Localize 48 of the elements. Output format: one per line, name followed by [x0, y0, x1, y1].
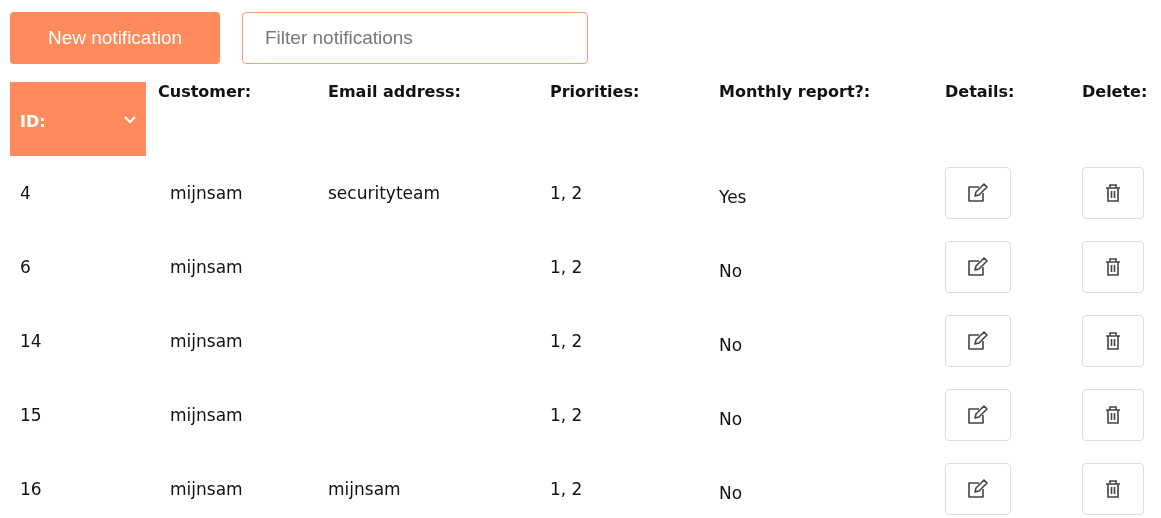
priorities-cell: 1, 2	[550, 405, 583, 425]
filter-field[interactable]: Filter notifications	[242, 12, 588, 64]
trash-icon	[1105, 405, 1121, 425]
trash-icon	[1105, 479, 1121, 499]
id-cell: 6	[20, 257, 31, 277]
customer-cell: mijnsam	[170, 479, 243, 499]
email-cell: securityteam	[328, 183, 440, 203]
email-cell: mijnsam	[328, 479, 401, 499]
monthly-report-cell: No	[719, 335, 743, 355]
monthly-report-cell: Yes	[719, 187, 747, 207]
trash-icon	[1105, 183, 1121, 203]
trash-icon	[1105, 257, 1121, 277]
id-cell: 16	[20, 479, 42, 499]
priorities-cell: 1, 2	[550, 183, 583, 203]
delete-button[interactable]	[1082, 241, 1144, 293]
edit-icon	[967, 405, 989, 425]
delete-button[interactable]	[1082, 389, 1144, 441]
column-header-label: ID:	[20, 112, 46, 133]
column-header[interactable]: Details:	[945, 54, 1015, 101]
trash-icon	[1105, 331, 1121, 351]
priorities-cell: 1, 2	[550, 257, 583, 277]
details-button[interactable]	[945, 167, 1011, 219]
edit-icon	[967, 183, 989, 203]
id-cell: 14	[20, 331, 42, 351]
column-header[interactable]: Delete:	[1082, 54, 1148, 101]
customer-cell: mijnsam	[170, 331, 243, 351]
column-header[interactable]: Monthly report?:	[719, 54, 871, 101]
delete-button[interactable]	[1082, 167, 1144, 219]
details-button[interactable]	[945, 241, 1011, 293]
customer-cell: mijnsam	[170, 257, 243, 277]
monthly-report-cell: No	[719, 261, 743, 281]
delete-button[interactable]	[1082, 315, 1144, 367]
priorities-cell: 1, 2	[550, 331, 583, 351]
edit-icon	[967, 257, 989, 277]
delete-button[interactable]	[1082, 463, 1144, 515]
customer-cell: mijnsam	[170, 183, 243, 203]
customer-cell: mijnsam	[170, 405, 243, 425]
details-button[interactable]	[945, 315, 1011, 367]
monthly-report-cell: No	[719, 409, 743, 429]
chevron-down-icon	[124, 116, 136, 124]
id-cell: 4	[20, 183, 31, 203]
monthly-report-cell: No	[719, 483, 743, 503]
priorities-cell: 1, 2	[550, 479, 583, 499]
id-cell: 15	[20, 405, 42, 425]
edit-icon	[967, 479, 989, 499]
details-button[interactable]	[945, 389, 1011, 441]
edit-icon	[967, 331, 989, 351]
details-button[interactable]	[945, 463, 1011, 515]
